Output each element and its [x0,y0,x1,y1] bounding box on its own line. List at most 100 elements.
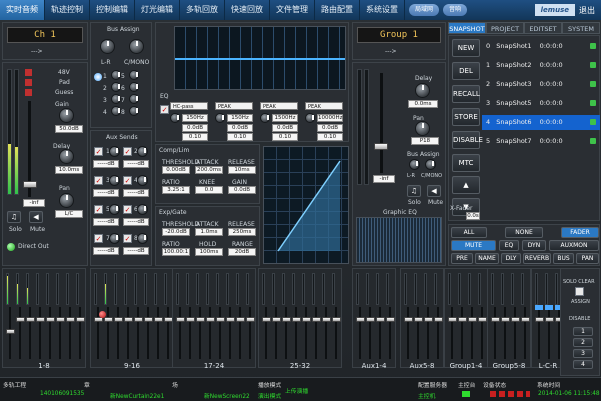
snapshot-row[interactable]: 0 SnapShot1 0:0:0:0 [482,39,600,54]
bank-fader[interactable] [386,317,395,322]
snapshot-row[interactable]: 1 SnapShot2 0:0:0:0 [482,58,600,73]
bank-fader[interactable] [124,317,133,322]
tab-editset[interactable]: EDITSET [524,22,562,34]
mtc-button[interactable]: MTC [452,154,480,172]
bus-4-button[interactable] [111,106,121,116]
comp-gain-value[interactable]: 0.0dB [228,186,256,194]
group-cmono-button[interactable] [425,159,436,170]
recall-button[interactable]: RECALL [452,85,480,103]
bank-fader[interactable] [511,317,520,322]
aux-knob[interactable] [109,233,120,244]
lan-pill[interactable]: 局域网 [409,4,440,16]
eq-gain-value[interactable]: 0.0dB [272,124,298,132]
aux-value[interactable]: -----dB [93,247,119,255]
bank-fader[interactable] [424,317,433,322]
snapshot-row[interactable]: 3 SnapShot5 0:0:0:0 [482,96,600,111]
solo-icon[interactable]: ♫ [7,211,21,223]
solo-clear-check[interactable] [575,287,584,296]
bank-fader[interactable] [262,317,271,322]
lock-icon[interactable] [590,119,596,125]
bank-fader[interactable] [46,317,55,322]
filter-auxmon[interactable]: AUXMON [549,240,599,251]
group-solo-icon[interactable]: ♫ [407,185,421,197]
channel-fader[interactable] [23,181,37,188]
exit-button[interactable]: 退出 [579,5,595,16]
eq-freq-knob[interactable] [215,113,225,123]
aux-knob[interactable] [137,146,148,157]
snapshot-row[interactable]: 5 SnapShot7 0:0:0:0 [482,134,600,149]
eq-q-value[interactable]: 0.10 [182,133,208,141]
filter-pan[interactable]: PAN [576,253,599,264]
channel-name[interactable]: Ch 1 [7,27,83,43]
gate-release-value[interactable]: 250ms [228,228,256,236]
bank-fader[interactable] [545,317,554,322]
bank-fader[interactable] [322,317,331,322]
bus-cmono-button[interactable] [129,39,144,54]
aux-knob[interactable] [109,204,120,215]
aux-enable-check[interactable]: ✓ [94,234,103,243]
tab-snapshot[interactable]: SNAPSHOT [448,22,486,34]
group-pan-knob[interactable] [415,121,430,136]
mute-icon[interactable]: ◀ [29,211,43,223]
bank-fader[interactable] [491,317,500,322]
tab-file-manage[interactable]: 文件管理 [270,0,315,20]
eq-freq-value[interactable]: 150Hz [227,114,253,122]
aux-value[interactable]: -----dB [93,160,119,168]
direct-out-led[interactable] [7,243,15,251]
comp-attack-value[interactable]: 200.0ms [195,166,223,174]
eq-freq-knob[interactable] [305,113,315,123]
filter-none[interactable]: NONE [505,227,543,238]
gate-threshold-value[interactable]: -20.0dB [162,228,190,236]
gain-value[interactable]: 50.0dB [55,125,83,133]
bus-6-button[interactable] [129,82,139,92]
bus-5-button[interactable] [129,70,139,80]
tab-project[interactable]: PROJECT [486,22,524,34]
up-arrow-icon[interactable]: ▲ [452,176,480,194]
del-button[interactable]: DEL [452,62,480,80]
bank-fader[interactable] [468,317,477,322]
eq-enable-check[interactable]: ✓ [160,105,169,114]
tab-control-edit[interactable]: 控制编辑 [90,0,135,20]
bank-fader[interactable] [66,317,75,322]
bank-fader[interactable] [356,317,365,322]
aux-knob[interactable] [137,175,148,186]
store-button[interactable]: STORE [452,108,480,126]
aux-knob[interactable] [137,204,148,215]
aux-enable-check[interactable]: ✓ [94,205,103,214]
comp-release-value[interactable]: 10ms [228,166,256,174]
eq-freq-value[interactable]: 1500Hz [272,114,298,122]
tab-multitrack[interactable]: 多轨回放 [180,0,225,20]
eq-band-type[interactable]: PEAK [260,102,298,110]
bank-fader[interactable] [366,317,375,322]
eq-q-value[interactable]: 0.10 [272,133,298,141]
lock-icon[interactable] [590,81,596,87]
delay-knob[interactable] [59,149,74,164]
bank-fader[interactable] [196,317,205,322]
bank-fader[interactable] [176,317,185,322]
bank-fader[interactable] [36,317,45,322]
eq-freq-knob[interactable] [170,113,180,123]
snapshot-row[interactable]: 2 SnapShot3 0:0:0:0 [482,77,600,92]
filter-dyn[interactable]: DYN [522,240,546,251]
aux-enable-check[interactable]: ✓ [94,176,103,185]
pad-led[interactable] [25,79,32,86]
aux-value[interactable]: -----dB [123,189,149,197]
group-delay-knob[interactable] [415,83,430,98]
filter-name[interactable]: NAME [475,253,499,264]
bank-fader[interactable] [414,317,423,322]
aux-value[interactable]: -----dB [93,218,119,226]
bus-8-button[interactable] [129,106,139,116]
snapshot-row[interactable]: 4 SnapShot6 0:0:0:0 [482,115,600,130]
bank-fader[interactable] [236,317,245,322]
bank-1-button[interactable]: 1 [573,327,593,336]
aux-value[interactable]: -----dB [93,189,119,197]
audio-pill[interactable]: 音响 [443,4,468,16]
graphic-eq[interactable] [356,217,442,263]
eq-freq-value[interactable]: 150Hz [182,114,208,122]
bank-fader[interactable] [104,317,113,322]
bank-fader[interactable] [144,317,153,322]
status-upload[interactable]: 上传演播 [285,386,308,395]
bank-fader[interactable] [56,317,65,322]
gate-range-value[interactable]: 20dB [228,248,256,256]
bus-lr-button[interactable] [100,39,115,54]
